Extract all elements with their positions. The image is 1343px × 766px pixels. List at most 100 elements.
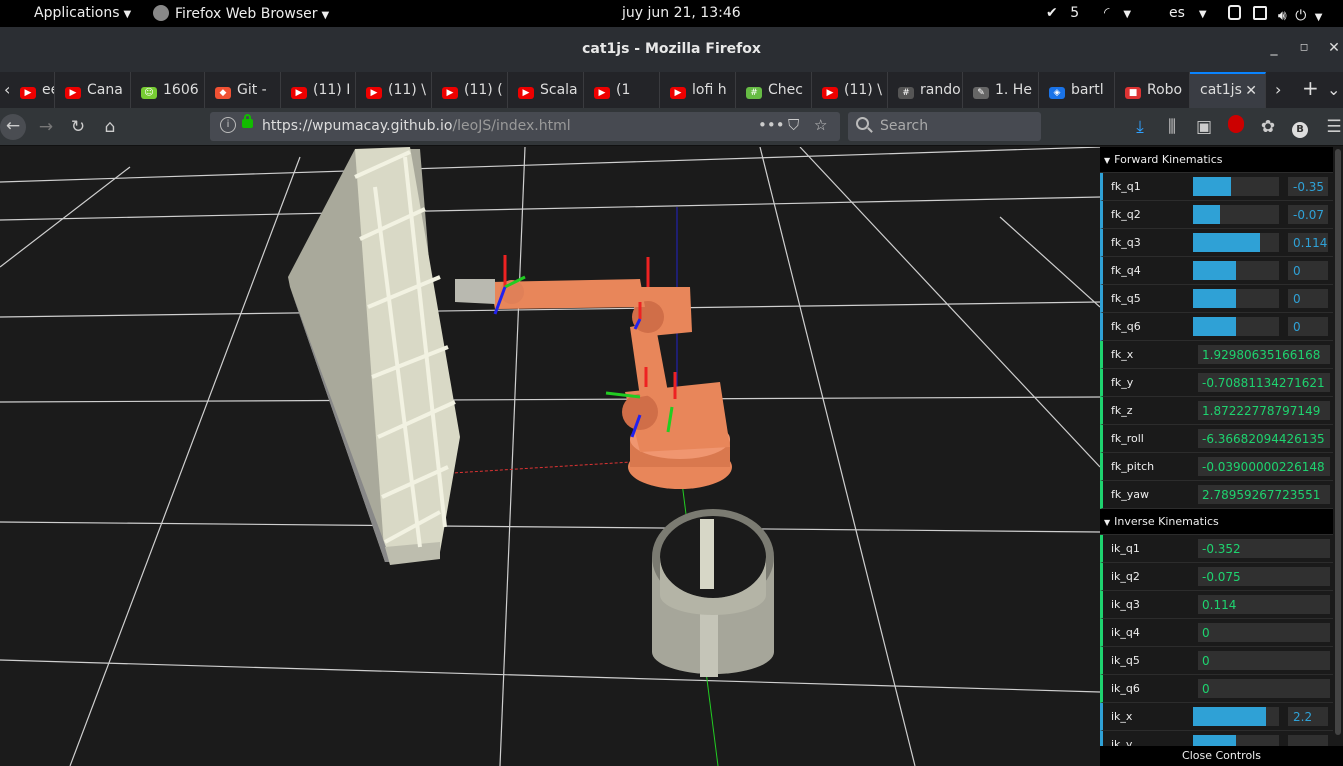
number-input-fk_yaw[interactable]: 2.78959267723551 xyxy=(1198,485,1330,504)
app-menu[interactable]: Firefox Web Browser ▼ xyxy=(153,5,329,22)
tab[interactable]: ☺ 1606 xyxy=(131,72,205,108)
new-tab-button[interactable]: + xyxy=(1302,76,1319,100)
number-input-ik_q2[interactable]: -0.075 xyxy=(1198,567,1330,586)
reload-button[interactable]: ↻ xyxy=(66,115,90,139)
youtube-icon: ▶ xyxy=(20,87,36,99)
maximize-button[interactable]: ◻ xyxy=(1295,39,1313,57)
close-tab-icon[interactable]: ✕ xyxy=(1245,83,1257,99)
chevron-down-icon: ▼ xyxy=(321,10,330,21)
close-window-button[interactable]: ✕ xyxy=(1325,39,1343,57)
network-indicator[interactable]: ◜ ▼ xyxy=(1104,5,1131,21)
updates-indicator[interactable]: ✔ 5 xyxy=(1046,5,1079,21)
pocket-icon[interactable]: ⛉ xyxy=(788,116,799,134)
gui-label: fk_x xyxy=(1111,348,1134,361)
menu-hamburger-icon[interactable]: ☰ xyxy=(1322,115,1343,139)
tab-label: Git - xyxy=(237,82,267,98)
tab[interactable]: ▶ eep xyxy=(14,72,55,108)
url-bar[interactable]: i https://wpumacay.github.io/leoJS/index… xyxy=(210,112,840,141)
tab[interactable]: ✎ 1. He xyxy=(963,72,1039,108)
applications-menu[interactable]: Applications ▼ xyxy=(34,5,131,21)
chevron-down-icon: ▼ xyxy=(123,9,132,20)
gui-label: ik_q1 xyxy=(1111,542,1140,555)
slider-value-input[interactable]: 0 xyxy=(1288,317,1328,336)
gui-row-ik_q3: ik_q3 0.114 xyxy=(1100,591,1343,619)
ik-folder-header[interactable]: ▼ Inverse Kinematics xyxy=(1100,509,1343,535)
tab-label: cat1js xyxy=(1200,82,1242,98)
tab[interactable]: ▶ (11) ( xyxy=(432,72,508,108)
sidebar-icon[interactable]: ▣ xyxy=(1192,115,1216,139)
tab[interactable]: ▶ (11) I xyxy=(281,72,356,108)
number-input-fk_pitch[interactable]: -0.03900000226148 xyxy=(1198,457,1330,476)
tab[interactable]: ▶ Scala xyxy=(508,72,584,108)
youtube-icon: ▶ xyxy=(442,87,458,99)
tab-label: (11) \ xyxy=(388,82,426,98)
slider-value-input[interactable]: -0.07 xyxy=(1288,205,1328,224)
tab[interactable]: ▶ (1 xyxy=(584,72,660,108)
page-actions-icon[interactable]: ••• xyxy=(758,116,785,134)
number-input-ik_q5[interactable]: 0 xyxy=(1198,651,1330,670)
number-input-fk_x[interactable]: 1.92980635166168 xyxy=(1198,345,1330,364)
slider-fk_q5[interactable] xyxy=(1193,289,1279,308)
number-input-ik_q4[interactable]: 0 xyxy=(1198,623,1330,642)
gui-label: fk_q6 xyxy=(1111,320,1141,333)
tab[interactable]: ■ Robo xyxy=(1115,72,1190,108)
tab-label: Robo xyxy=(1147,82,1183,98)
gui-label: fk_pitch xyxy=(1111,460,1155,473)
fk-folder-header[interactable]: ▼ Forward Kinematics xyxy=(1100,147,1343,173)
gui-scrollbar[interactable] xyxy=(1333,147,1343,747)
slider-fk_q1[interactable] xyxy=(1193,177,1279,196)
window-title: cat1js - Mozilla Firefox xyxy=(582,41,761,57)
slider-value-input[interactable]: 0 xyxy=(1288,289,1328,308)
slider-value-input[interactable]: 0 xyxy=(1288,261,1328,280)
number-input-ik_q1[interactable]: -0.352 xyxy=(1198,539,1330,558)
tab[interactable]: ▶ Cana xyxy=(55,72,131,108)
minimize-button[interactable]: _ xyxy=(1265,39,1283,57)
ublock-icon[interactable] xyxy=(1224,115,1248,139)
tab[interactable]: # rando xyxy=(888,72,963,108)
tab[interactable]: # Chec xyxy=(736,72,812,108)
search-input[interactable]: Search xyxy=(848,112,1041,141)
slider-fk_q3[interactable] xyxy=(1193,233,1279,252)
tab[interactable]: ◆ Git - xyxy=(205,72,281,108)
status-icons[interactable]: 🔊︎ ⏻ ▼ xyxy=(1228,5,1322,24)
tab[interactable]: ◈ bartl xyxy=(1039,72,1115,108)
number-input-fk_roll[interactable]: -6.36682094426135 xyxy=(1198,429,1330,448)
scene-canvas[interactable] xyxy=(0,147,1100,766)
scroll-tabs-left-icon[interactable]: ‹ xyxy=(4,80,10,99)
forward-button[interactable]: → xyxy=(34,115,58,139)
slider-value-input[interactable]: 0.114 xyxy=(1288,233,1328,252)
bookmark-star-icon[interactable]: ☆ xyxy=(814,116,827,134)
slider-value-input[interactable]: 2.2 xyxy=(1288,707,1328,726)
youtube-icon: ▶ xyxy=(670,87,686,99)
number-input-ik_q6[interactable]: 0 xyxy=(1198,679,1330,698)
slider-ik_x[interactable] xyxy=(1193,707,1279,726)
gui-label: ik_q2 xyxy=(1111,570,1140,583)
home-button[interactable]: ⌂ xyxy=(98,115,122,139)
extension-paw-icon[interactable]: ✿ xyxy=(1256,115,1280,139)
back-button[interactable]: ← xyxy=(0,114,26,140)
gui-row-fk_roll: fk_roll -6.36682094426135 xyxy=(1100,425,1343,453)
number-input-ik_q3[interactable]: 0.114 xyxy=(1198,595,1330,614)
number-input-fk_z[interactable]: 1.87222778797149 xyxy=(1198,401,1330,420)
tab-active[interactable]: cat1js ✕ xyxy=(1190,72,1266,108)
tab[interactable]: ▶ lofi h xyxy=(660,72,736,108)
number-input-fk_y[interactable]: -0.70881134271621 xyxy=(1198,373,1330,392)
slider-fk_q2[interactable] xyxy=(1193,205,1279,224)
extension-b-icon[interactable]: B xyxy=(1288,115,1312,139)
tab[interactable]: ▶ (11) \ xyxy=(812,72,888,108)
scrollbar-thumb[interactable] xyxy=(1335,149,1341,735)
clock[interactable]: juy jun 21, 13:46 xyxy=(622,5,741,21)
slider-fk_q4[interactable] xyxy=(1193,261,1279,280)
tab-list-chevron-icon[interactable]: ⌄ xyxy=(1327,80,1340,99)
threejs-viewport[interactable] xyxy=(0,147,1100,766)
slider-value-input[interactable]: -0.35 xyxy=(1288,177,1328,196)
scroll-tabs-right-icon[interactable]: › xyxy=(1275,80,1281,99)
language-indicator[interactable]: es ▼ xyxy=(1169,5,1207,21)
fk-sliders: fk_q1 -0.35 fk_q2 -0.07 fk_q3 0.114 fk_q4 0 fk_q… xyxy=(1100,173,1343,341)
library-icon[interactable]: ⫼ xyxy=(1160,115,1184,139)
info-icon[interactable]: i xyxy=(220,117,236,133)
tab[interactable]: ▶ (11) \ xyxy=(356,72,432,108)
close-controls-button[interactable]: Close Controls xyxy=(1100,746,1343,766)
slider-fk_q6[interactable] xyxy=(1193,317,1279,336)
downloads-icon[interactable]: ⤓ xyxy=(1128,115,1152,139)
